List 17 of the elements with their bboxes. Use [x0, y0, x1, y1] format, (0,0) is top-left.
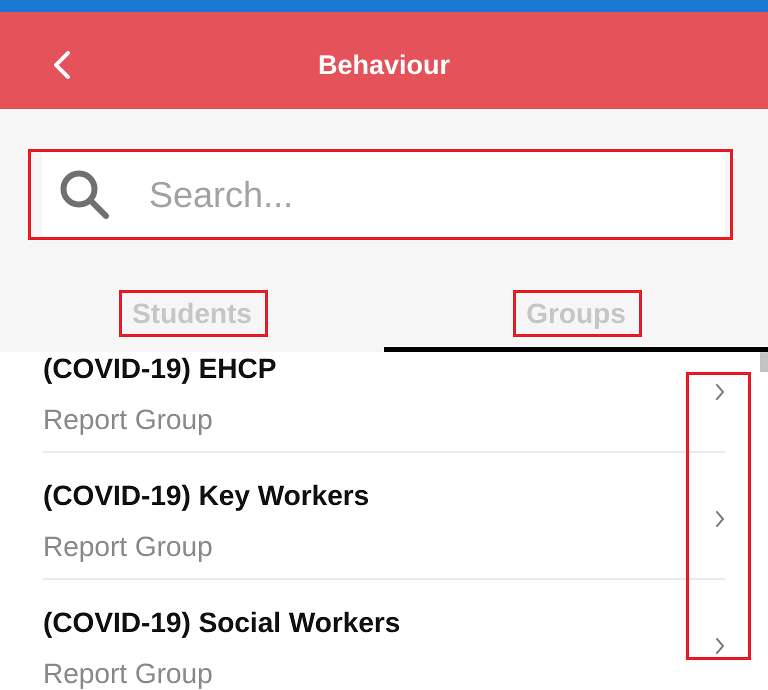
group-title: (COVID-19) Social Workers: [43, 608, 402, 638]
search-icon: [60, 170, 110, 220]
back-chevron-icon: [53, 50, 71, 80]
screen-title: Behaviour: [318, 48, 450, 80]
group-subtitle: Report Group: [43, 660, 214, 688]
chevron-right-icon: [715, 636, 725, 654]
group-title: (COVID-19) EHCP: [43, 354, 278, 384]
chevron-right-icon: [715, 510, 725, 528]
group-subtitle: Report Group: [43, 406, 214, 434]
group-subtitle: Report Group: [43, 533, 214, 561]
group-row[interactable]: (COVID-19) EHCP Report Group: [43, 352, 725, 453]
group-row[interactable]: (COVID-19) Social Workers Report Group: [43, 580, 725, 690]
scrollbar-thumb: [760, 352, 768, 372]
search-input[interactable]: Search...: [149, 170, 725, 220]
group-title: (COVID-19) Key Workers: [43, 481, 370, 511]
group-row[interactable]: (COVID-19) Key Workers Report Group: [43, 453, 725, 580]
chevron-right-icon: [715, 382, 725, 400]
